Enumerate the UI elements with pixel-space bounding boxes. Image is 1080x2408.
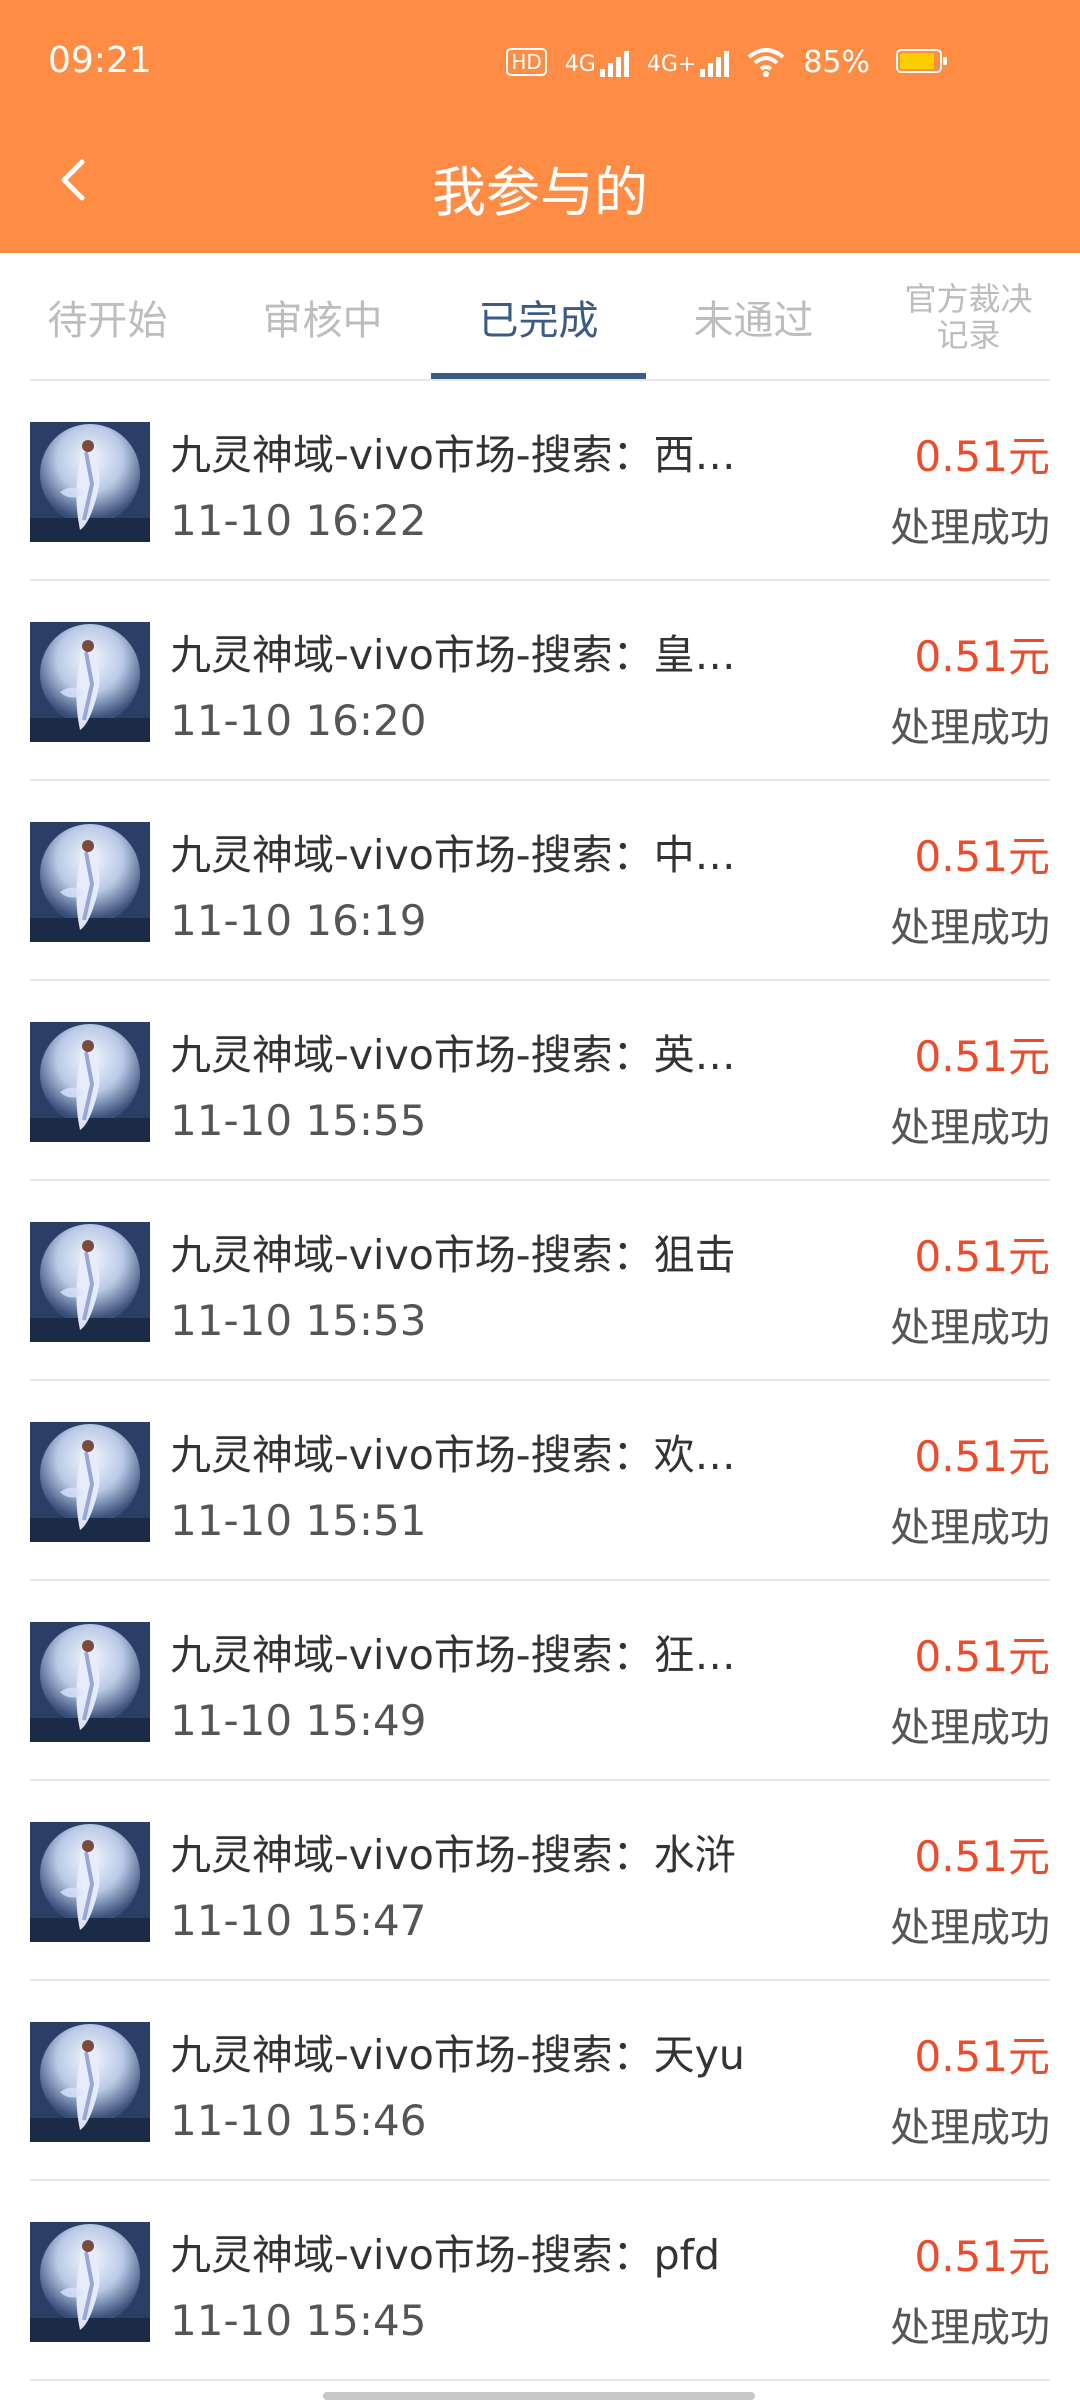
tab-reviewing[interactable]: 审核中: [215, 253, 430, 381]
status-icons: HD 4G 4G+ 85%: [506, 44, 940, 80]
task-time: 11-10 15:47: [170, 1896, 427, 1945]
game-thumbnail: [30, 422, 150, 542]
battery-icon: [896, 49, 947, 73]
task-time: 11-10 15:51: [170, 1496, 427, 1545]
task-time: 11-10 16:22: [170, 496, 427, 545]
reward-amount: 0.51元: [914, 1432, 1050, 1481]
status-text: 处理成功: [890, 505, 1050, 551]
task-name: 九灵神域-vivo市场-搜索：天yu: [170, 2031, 745, 2079]
task-time: 11-10 16:20: [170, 696, 427, 745]
task-time: 11-10 15:53: [170, 1296, 427, 1345]
list-item[interactable]: 九灵神域-vivo市场-搜索：中… 11-10 16:19 0.51元 处理成功: [30, 781, 1050, 981]
signal-icon-2: [700, 47, 730, 77]
wifi-icon: [748, 48, 785, 77]
task-name: 九灵神域-vivo市场-搜索：pfd: [170, 2231, 721, 2279]
game-thumbnail: [30, 2222, 150, 2342]
game-thumbnail: [30, 1622, 150, 1742]
status-text: 处理成功: [890, 1105, 1050, 1151]
reward-amount: 0.51元: [914, 432, 1050, 481]
status-text: 处理成功: [890, 1305, 1050, 1351]
list-item[interactable]: 九灵神域-vivo市场-搜索：pfd 11-10 15:45 0.51元 处理成…: [30, 2181, 1050, 2381]
status-text: 处理成功: [890, 1905, 1050, 1951]
task-name: 九灵神域-vivo市场-搜索：水浒: [170, 1831, 736, 1879]
task-time: 11-10 15:46: [170, 2096, 427, 2145]
reward-amount: 0.51元: [914, 1832, 1050, 1881]
network-4g: 4G: [565, 47, 629, 77]
list-item[interactable]: 九灵神域-vivo市场-搜索：西… 11-10 16:22 0.51元 处理成功: [30, 381, 1050, 581]
page-title: 我参与的: [432, 161, 648, 224]
game-thumbnail: [30, 2022, 150, 2142]
task-name: 九灵神域-vivo市场-搜索：皇…: [170, 631, 736, 679]
list-item[interactable]: 九灵神域-vivo市场-搜索：皇… 11-10 16:20 0.51元 处理成功: [30, 581, 1050, 781]
battery-percent: 85%: [803, 44, 870, 80]
reward-amount: 0.51元: [914, 2032, 1050, 2081]
game-thumbnail: [30, 1822, 150, 1942]
game-thumbnail: [30, 1422, 150, 1542]
tab-pending[interactable]: 待开始: [0, 253, 215, 381]
game-thumbnail: [30, 1022, 150, 1142]
status-text: 处理成功: [890, 2105, 1050, 2151]
reward-amount: 0.51元: [914, 1032, 1050, 1081]
app-header: 09:21 HD 4G 4G+ 85% 我参与的: [0, 0, 1080, 253]
list-item[interactable]: 九灵神域-vivo市场-搜索：欢… 11-10 15:51 0.51元 处理成功: [30, 1381, 1050, 1581]
hd-badge: HD: [506, 48, 547, 76]
reward-amount: 0.51元: [914, 632, 1050, 681]
status-text: 处理成功: [890, 905, 1050, 951]
status-time: 09:21: [48, 40, 152, 81]
list-item[interactable]: 九灵神域-vivo市场-搜索：天yu 11-10 15:46 0.51元 处理成…: [30, 1981, 1050, 2181]
task-list: 九灵神域-vivo市场-搜索：西… 11-10 16:22 0.51元 处理成功…: [30, 381, 1050, 2381]
list-item[interactable]: 九灵神域-vivo市场-搜索：水浒 11-10 15:47 0.51元 处理成功: [30, 1781, 1050, 1981]
status-text: 处理成功: [890, 2305, 1050, 2351]
list-item[interactable]: 九灵神域-vivo市场-搜索：英… 11-10 15:55 0.51元 处理成功: [30, 981, 1050, 1181]
game-thumbnail: [30, 622, 150, 742]
task-time: 11-10 15:55: [170, 1096, 427, 1145]
task-name: 九灵神域-vivo市场-搜索：狙击: [170, 1231, 736, 1279]
home-indicator[interactable]: [323, 2392, 755, 2400]
status-text: 处理成功: [890, 1705, 1050, 1751]
reward-amount: 0.51元: [914, 2232, 1050, 2281]
game-thumbnail: [30, 1222, 150, 1342]
tab-rejected[interactable]: 未通过: [646, 253, 861, 381]
game-thumbnail: [30, 822, 150, 942]
task-name: 九灵神域-vivo市场-搜索：狂…: [170, 1631, 736, 1679]
task-name: 九灵神域-vivo市场-搜索：西…: [170, 431, 736, 479]
task-name: 九灵神域-vivo市场-搜索：英…: [170, 1031, 736, 1079]
task-time: 11-10 15:49: [170, 1696, 427, 1745]
reward-amount: 0.51元: [914, 1232, 1050, 1281]
reward-amount: 0.51元: [914, 832, 1050, 881]
signal-icon: [599, 47, 629, 77]
task-name: 九灵神域-vivo市场-搜索：中…: [170, 831, 736, 879]
task-name: 九灵神域-vivo市场-搜索：欢…: [170, 1431, 736, 1479]
list-item[interactable]: 九灵神域-vivo市场-搜索：狂… 11-10 15:49 0.51元 处理成功: [30, 1581, 1050, 1781]
reward-amount: 0.51元: [914, 1632, 1050, 1681]
list-item[interactable]: 九灵神域-vivo市场-搜索：狙击 11-10 15:53 0.51元 处理成功: [30, 1181, 1050, 1381]
tab-official-ruling[interactable]: 官方裁决 记录: [861, 253, 1076, 381]
tab-bar: 待开始 审核中 已完成 未通过 官方裁决 记录: [0, 253, 1080, 381]
task-time: 11-10 15:45: [170, 2296, 427, 2345]
status-text: 处理成功: [890, 1505, 1050, 1551]
network-4g-plus: 4G+: [647, 47, 730, 77]
task-time: 11-10 16:19: [170, 896, 427, 945]
tab-completed[interactable]: 已完成: [431, 253, 646, 381]
status-text: 处理成功: [890, 705, 1050, 751]
